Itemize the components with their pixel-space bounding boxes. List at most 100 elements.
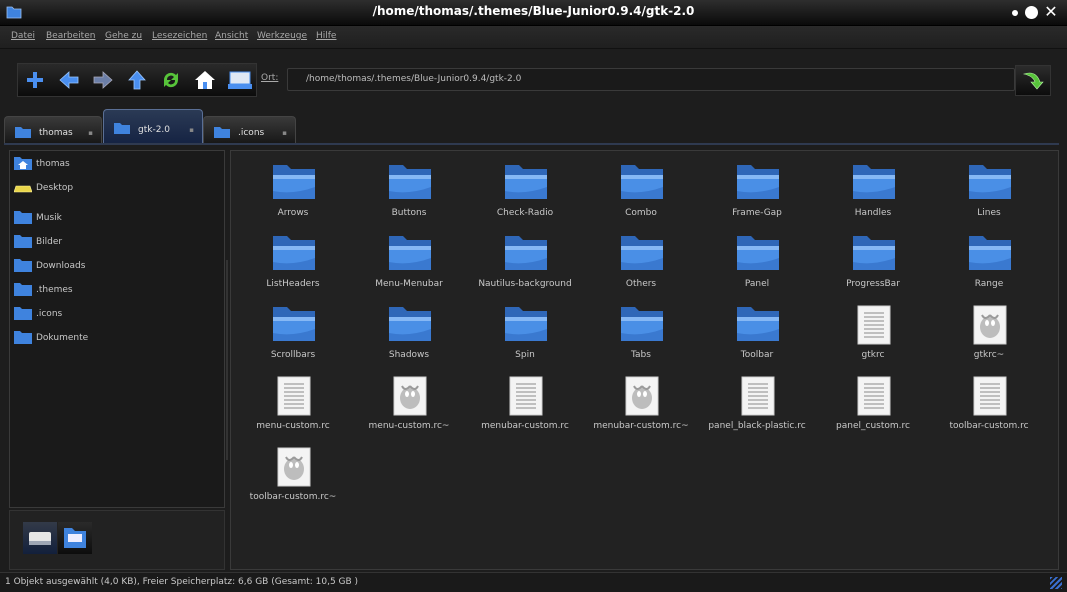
sidebar-item-themes[interactable]: .themes (10, 280, 224, 300)
file-item-spin[interactable]: Spin (467, 295, 583, 365)
title-bar[interactable]: /home/thomas/.themes/Blue-Junior0.9.4/gt… (0, 0, 1067, 26)
tab-thomas[interactable]: thomas ▪ (4, 116, 102, 145)
file-item-gtkrc[interactable]: gtkrc~ (931, 295, 1047, 365)
computer-button[interactable] (225, 66, 253, 94)
folder-icon (387, 161, 433, 206)
folder-icon (967, 161, 1013, 206)
file-item-frame-gap[interactable]: Frame-Gap (699, 153, 815, 223)
menu-werkzeuge[interactable]: Werkzeuge (257, 31, 307, 41)
file-item-others[interactable]: Others (583, 224, 699, 294)
folder-icon (851, 232, 897, 277)
file-item-gtkrc[interactable]: gtkrc (815, 295, 931, 365)
file-name: Menu-Menubar (375, 279, 443, 289)
file-item-check-radio[interactable]: Check-Radio (467, 153, 583, 223)
sidebar-item-label: .themes (36, 285, 73, 295)
tab-close-icon[interactable]: ▪ (189, 126, 194, 134)
folder-icon (619, 161, 665, 206)
tab-gtk-2-0[interactable]: gtk-2.0 ▪ (103, 109, 203, 145)
file-item-shadows[interactable]: Shadows (351, 295, 467, 365)
file-item-panel[interactable]: Panel (699, 224, 815, 294)
folder-icon (387, 303, 433, 348)
file-item-menubar-custom-rc[interactable]: menubar-custom.rc (467, 366, 583, 436)
file-item-panel-black-plastic-rc[interactable]: panel_black-plastic.rc (699, 366, 815, 436)
menu-hilfe[interactable]: Hilfe (316, 31, 336, 41)
file-name: toolbar-custom.rc (949, 421, 1029, 431)
file-item-range[interactable]: Range (931, 224, 1047, 294)
file-item-menu-custom-rc[interactable]: menu-custom.rc~ (351, 366, 467, 436)
menu-lesezeichen[interactable]: Lesezeichen (152, 31, 207, 41)
new-tab-button[interactable] (21, 66, 49, 94)
sidebar-item-musik[interactable]: Musik (10, 208, 224, 228)
back-button[interactable] (55, 66, 83, 94)
sidebar-item-bilder[interactable]: Bilder (10, 232, 224, 252)
file-item-lines[interactable]: Lines (931, 153, 1047, 223)
reload-button[interactable] (157, 66, 185, 94)
file-name: Scrollbars (270, 350, 316, 360)
menu-gehe-zu[interactable]: Gehe zu (105, 31, 142, 41)
tab-underline (4, 143, 1059, 145)
minimize-button[interactable] (1012, 10, 1018, 16)
file-name: Check-Radio (496, 208, 554, 218)
file-item-toolbar-custom-rc[interactable]: toolbar-custom.rc~ (235, 437, 351, 507)
desktop-icon (13, 180, 33, 197)
file-item-buttons[interactable]: Buttons (351, 153, 467, 223)
folder-icon (503, 161, 549, 206)
sidebar-item-thomas[interactable]: thomas (10, 154, 224, 174)
folder-icon (271, 232, 317, 277)
folder-icon (14, 330, 32, 347)
folder-icon (735, 303, 781, 348)
folder-icon (735, 232, 781, 277)
file-name: Toolbar (740, 350, 774, 360)
places-view-button[interactable] (23, 522, 57, 554)
file-item-menubar-custom-rc[interactable]: menubar-custom.rc~ (583, 366, 699, 436)
file-name: menubar-custom.rc~ (593, 421, 689, 431)
file-item-panel-custom-rc[interactable]: panel_custom.rc (815, 366, 931, 436)
maximize-button[interactable] (1025, 6, 1038, 19)
file-name: Combo (625, 208, 657, 218)
file-item-scrollbars[interactable]: Scrollbars (235, 295, 351, 365)
sidebar-item-dokumente[interactable]: Dokumente (10, 328, 224, 348)
file-item-nautilus-background[interactable]: Nautilus-background (467, 224, 583, 294)
text-file-icon (503, 374, 549, 419)
sidebar-item-downloads[interactable]: Downloads (10, 256, 224, 276)
file-item-menu-menubar[interactable]: Menu-Menubar (351, 224, 467, 294)
file-item-listheaders[interactable]: ListHeaders (235, 224, 351, 294)
sidebar-scrollbar[interactable] (226, 260, 228, 460)
home-button[interactable] (191, 66, 219, 94)
file-name: panel_black-plastic.rc (708, 421, 806, 431)
sidebar-item-label: .icons (36, 309, 63, 319)
close-button[interactable]: ✕ (1043, 4, 1059, 20)
folder-icon (114, 123, 130, 134)
go-button[interactable] (1015, 65, 1051, 96)
file-item-tabs[interactable]: Tabs (583, 295, 699, 365)
file-item-handles[interactable]: Handles (815, 153, 931, 223)
menu-datei[interactable]: Datei (11, 31, 35, 41)
file-item-progressbar[interactable]: ProgressBar (815, 224, 931, 294)
tab-close-icon[interactable]: ▪ (282, 129, 287, 137)
resize-grip-icon[interactable] (1050, 577, 1062, 589)
menu-bearbeiten[interactable]: Bearbeiten (46, 31, 95, 41)
sidebar-item-desktop[interactable]: Desktop (10, 178, 224, 198)
folder-icon (619, 303, 665, 348)
tab-icons[interactable]: .icons ▪ (203, 116, 296, 145)
file-item-toolbar[interactable]: Toolbar (699, 295, 815, 365)
menu-bar: Datei Bearbeiten Gehe zu Lesezeichen Ans… (0, 26, 1067, 49)
tab-close-icon[interactable]: ▪ (88, 129, 93, 137)
sidebar-item-label: Desktop (36, 183, 74, 193)
sidebar-item-label: thomas (36, 159, 70, 169)
file-view[interactable]: Arrows Buttons Check-Radio Combo Frame-Gap Ha… (230, 150, 1059, 570)
file-item-toolbar-custom-rc[interactable]: toolbar-custom.rc (931, 366, 1047, 436)
file-item-arrows[interactable]: Arrows (235, 153, 351, 223)
location-input[interactable]: /home/thomas/.themes/Blue-Junior0.9.4/gt… (287, 68, 1015, 91)
tree-view-button[interactable] (58, 522, 92, 554)
forward-button[interactable] (89, 66, 117, 94)
file-item-combo[interactable]: Combo (583, 153, 699, 223)
file-item-menu-custom-rc[interactable]: menu-custom.rc (235, 366, 351, 436)
backup-file-icon (619, 374, 665, 419)
menu-ansicht[interactable]: Ansicht (215, 31, 248, 41)
location-label: Ort: (261, 73, 279, 83)
computer-icon (228, 71, 252, 89)
sidebar-view-switcher (9, 510, 225, 570)
up-button[interactable] (123, 66, 151, 94)
sidebar-item-icons[interactable]: .icons (10, 304, 224, 324)
